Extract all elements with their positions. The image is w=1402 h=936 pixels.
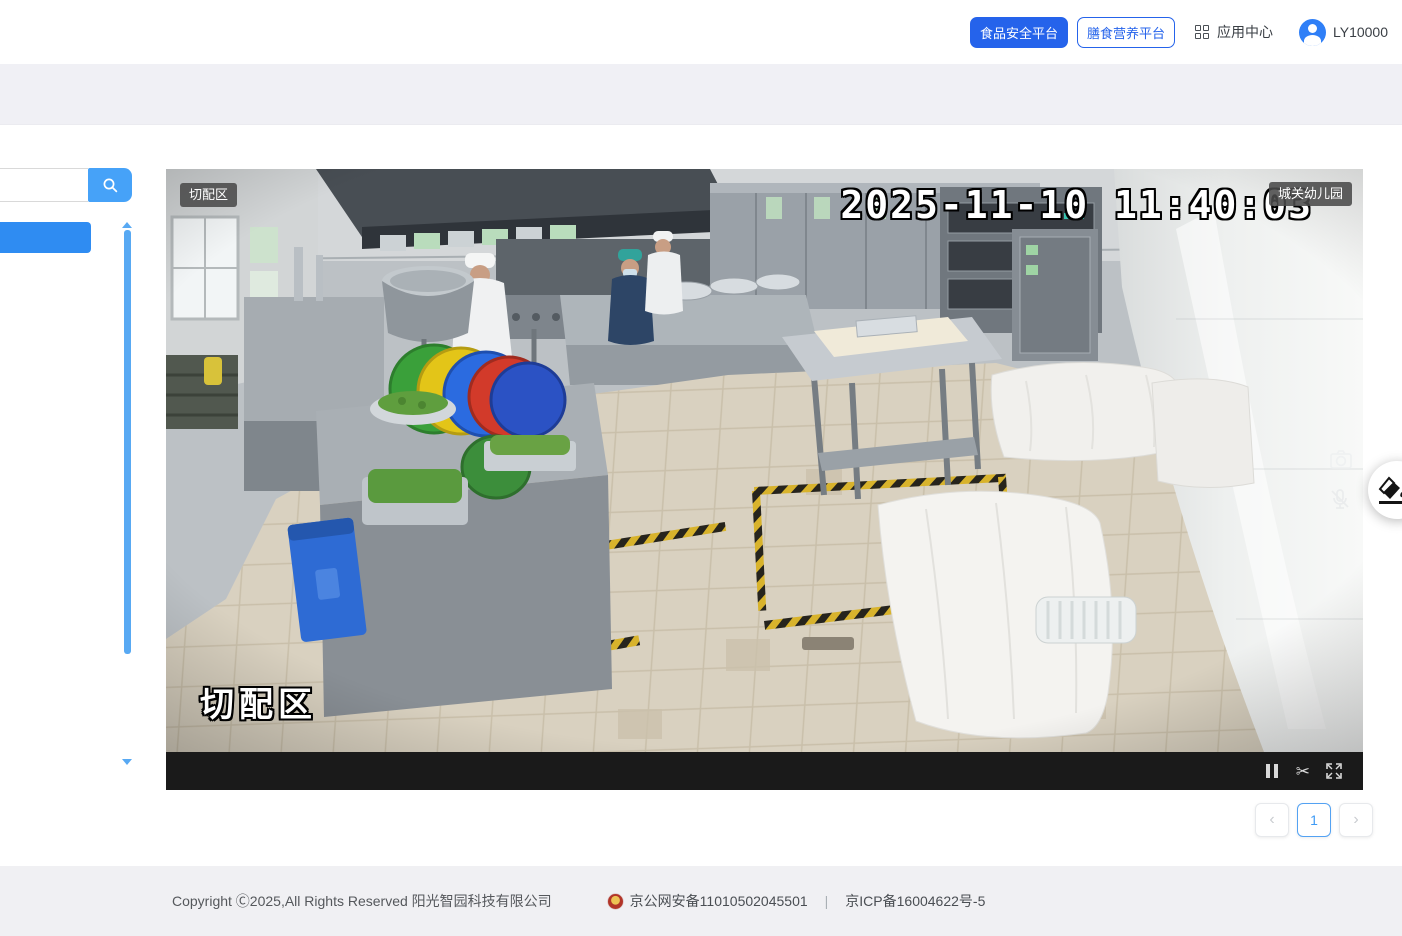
footer: Copyright Ⓒ2025,All Rights Reserved 阳光智园… bbox=[0, 866, 1402, 936]
scrollbar-up-arrow[interactable] bbox=[122, 222, 132, 228]
pause-button[interactable] bbox=[1264, 764, 1280, 778]
snapshot-camera-icon[interactable] bbox=[1329, 448, 1353, 477]
search-icon bbox=[102, 177, 119, 194]
username: LY10000 bbox=[1333, 24, 1388, 40]
camera-search-button[interactable] bbox=[88, 168, 132, 202]
page: 食品安全平台 膳食营养平台 应用中心 LY10000 bbox=[0, 0, 1402, 936]
platform-tab-food-safety[interactable]: 食品安全平台 bbox=[970, 17, 1068, 48]
header: 食品安全平台 膳食营养平台 应用中心 LY10000 bbox=[0, 0, 1402, 64]
pagination-prev-button[interactable]: ‹ bbox=[1255, 803, 1289, 837]
platform-tab-nutrition[interactable]: 膳食营养平台 bbox=[1077, 17, 1175, 48]
app-center-button[interactable]: 应用中心 bbox=[1195, 22, 1273, 42]
osd-watermark: 切配区 bbox=[200, 677, 317, 726]
paint-bucket-icon bbox=[1376, 475, 1402, 505]
pagination: ‹ 1 › bbox=[1255, 803, 1373, 837]
site-name-label: 城关幼儿园 bbox=[1269, 182, 1352, 206]
app-grid-icon bbox=[1195, 25, 1210, 40]
user-menu[interactable]: LY10000 bbox=[1299, 19, 1388, 46]
secondary-nav-band bbox=[0, 64, 1402, 125]
app-center-label: 应用中心 bbox=[1217, 22, 1273, 42]
police-emblem-icon bbox=[608, 894, 623, 909]
footer-divider: | bbox=[825, 893, 829, 909]
floating-fill-tool-button[interactable] bbox=[1368, 461, 1402, 519]
osd-timestamp: 2025-11-10 11:40:03 bbox=[840, 183, 1313, 227]
camera-area-label: 切配区 bbox=[180, 183, 237, 207]
pagination-next-button[interactable]: › bbox=[1339, 803, 1373, 837]
fullscreen-button[interactable] bbox=[1326, 763, 1342, 779]
pagination-page-1[interactable]: 1 bbox=[1297, 803, 1331, 837]
user-avatar-icon bbox=[1299, 19, 1326, 46]
camera-search-panel bbox=[0, 168, 132, 202]
scrollbar-down-arrow[interactable] bbox=[122, 759, 132, 765]
sidebar-selected-camera-item[interactable] bbox=[0, 222, 91, 253]
icp-beian-link[interactable]: 京ICP备16004622号-5 bbox=[845, 891, 985, 911]
police-beian-link[interactable]: 京公网安备11010502045501 bbox=[608, 891, 808, 911]
video-screen[interactable]: 2025-11-10 11:40:03 切配区 城关幼儿园 切配区 bbox=[166, 169, 1363, 752]
camera-search-input[interactable] bbox=[0, 168, 88, 202]
video-control-bar: ✂ bbox=[166, 752, 1363, 790]
mic-muted-icon[interactable] bbox=[1329, 488, 1351, 515]
video-player: 2025-11-10 11:40:03 切配区 城关幼儿园 切配区 bbox=[166, 169, 1363, 790]
sidebar-scrollbar-thumb[interactable] bbox=[124, 230, 131, 654]
cctv-kitchen-scene bbox=[166, 169, 1363, 752]
police-beian-text: 京公网安备11010502045501 bbox=[630, 891, 808, 911]
copyright-text: Copyright Ⓒ2025,All Rights Reserved 阳光智园… bbox=[172, 891, 552, 911]
clip-scissors-button[interactable]: ✂ bbox=[1296, 763, 1310, 780]
